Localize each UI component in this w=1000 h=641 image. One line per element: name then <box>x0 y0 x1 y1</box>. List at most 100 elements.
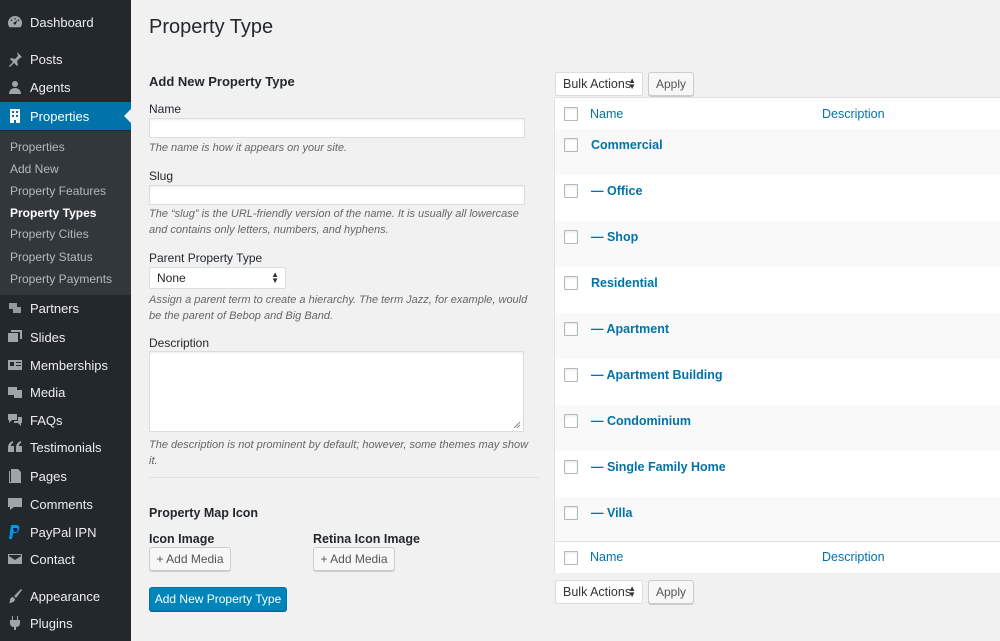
table-row: — Apartment Building <box>555 359 1000 405</box>
sidebar-item-testimonials[interactable]: Testimonials <box>0 433 131 461</box>
submenu-item-property-payments[interactable]: Property Payments <box>10 272 112 286</box>
table-row: Residential <box>555 267 1000 313</box>
term-name-link[interactable]: — Single Family Home <box>591 460 726 474</box>
column-header-name[interactable]: Name <box>590 107 623 121</box>
sidebar-item-faqs[interactable]: FAQs <box>0 406 131 434</box>
select-arrows-icon: ▲ ▼ <box>628 76 636 91</box>
term-name-link[interactable]: — Villa <box>591 506 632 520</box>
resize-grip-icon[interactable] <box>513 421 521 429</box>
properties-submenu: Properties Add New Property Features Pro… <box>0 131 131 295</box>
name-help: The name is how it appears on your site. <box>149 142 348 154</box>
row-checkbox[interactable] <box>564 414 578 428</box>
icon-image-label: Icon Image <box>149 532 215 546</box>
select-all-checkbox[interactable] <box>564 107 578 121</box>
apply-button-bottom[interactable]: Apply <box>648 580 694 604</box>
sidebar-item-agents[interactable]: Agents <box>0 73 131 101</box>
row-checkbox[interactable] <box>564 322 578 336</box>
apply-button-top[interactable]: Apply <box>648 72 694 96</box>
sidebar-item-memberships[interactable]: Memberships <box>0 351 131 379</box>
parent-type-selected: None <box>157 271 186 285</box>
add-new-property-type-button[interactable]: Add New Property Type <box>149 587 287 611</box>
term-name-link[interactable]: — Apartment <box>591 322 669 336</box>
sidebar-item-slides[interactable]: Slides <box>0 323 131 351</box>
sidebar-item-properties[interactable]: Properties <box>0 102 131 130</box>
submenu-item-property-features[interactable]: Property Features <box>10 184 106 198</box>
row-checkbox[interactable] <box>564 368 578 382</box>
sidebar-item-partners[interactable]: Partners <box>0 294 131 322</box>
table-row: — Shop <box>555 221 1000 267</box>
slug-input[interactable] <box>149 185 525 205</box>
submenu-item-properties[interactable]: Properties <box>10 140 65 154</box>
bulk-actions-selected: Bulk Actions <box>563 585 632 599</box>
page-title: Property Type <box>149 16 274 38</box>
row-checkbox[interactable] <box>564 506 578 520</box>
table-row: — Condominium <box>555 405 1000 451</box>
select-arrows-icon: ▲ ▼ <box>628 584 636 599</box>
sidebar-item-paypal-ipn[interactable]: PayPal IPN <box>0 518 131 546</box>
sidebar-item-label: Contact <box>30 551 75 567</box>
sidebar-item-pages[interactable]: Pages <box>0 462 131 490</box>
slug-help-line-1: The “slug” is the URL-friendly version o… <box>149 208 519 220</box>
row-checkbox[interactable] <box>564 230 578 244</box>
retina-add-media-button[interactable]: + Add Media <box>313 547 395 571</box>
sidebar-item-label: Posts <box>30 51 63 67</box>
sidebar-item-dashboard[interactable]: Dashboard <box>0 8 131 36</box>
select-arrows-icon: ▲ ▼ <box>271 270 279 285</box>
description-help-line-2: it. <box>149 455 158 467</box>
comment-icon <box>0 496 30 512</box>
sidebar-item-label: Appearance <box>30 588 101 604</box>
term-name-link[interactable]: — Shop <box>591 230 638 244</box>
sidebar-item-comments[interactable]: Comments <box>0 490 131 518</box>
submenu-item-property-types[interactable]: Property Types <box>10 206 96 220</box>
parent-type-select[interactable]: None ▲ ▼ <box>149 267 286 289</box>
sidebar-item-posts[interactable]: Posts <box>0 45 131 73</box>
row-checkbox[interactable] <box>564 460 578 474</box>
parent-help-line-1: Assign a parent term to create a hierarc… <box>149 294 528 306</box>
description-help-line-1: The description is not prominent by defa… <box>149 439 529 451</box>
sidebar-item-label: Dashboard <box>30 14 94 30</box>
sidebar-item-label: PayPal IPN <box>30 524 97 540</box>
sidebar-item-label: Testimonials <box>30 439 102 455</box>
parent-type-label: Parent Property Type <box>149 251 263 265</box>
term-name-link[interactable]: Residential <box>591 276 658 290</box>
pages-icon <box>0 468 30 484</box>
sidebar-item-media[interactable]: Media <box>0 378 131 406</box>
table-row: Commercial <box>555 129 1000 175</box>
submenu-item-property-status[interactable]: Property Status <box>10 250 93 264</box>
term-name-link[interactable]: — Condominium <box>591 414 691 428</box>
select-all-checkbox-footer[interactable] <box>564 551 578 565</box>
term-name-link[interactable]: — Office <box>591 184 642 198</box>
column-header-description[interactable]: Description <box>822 107 885 121</box>
icon-add-media-button[interactable]: + Add Media <box>149 547 231 571</box>
table-row: — Villa <box>555 497 1000 543</box>
paypal-icon <box>0 524 30 540</box>
name-input[interactable] <box>149 118 525 138</box>
column-footer-name[interactable]: Name <box>590 550 623 564</box>
term-name-link[interactable]: — Apartment Building <box>591 368 722 382</box>
bulk-actions-select-top[interactable]: Bulk Actions ▲ ▼ <box>555 72 643 96</box>
sidebar-item-label: Properties <box>30 108 90 124</box>
pin-icon <box>0 51 30 67</box>
submenu-item-add-new[interactable]: Add New <box>10 162 59 176</box>
quote-icon <box>0 439 30 455</box>
slug-label: Slug <box>149 169 174 183</box>
term-name-link[interactable]: Commercial <box>591 138 663 152</box>
sidebar-item-appearance[interactable]: Appearance <box>0 582 131 610</box>
row-checkbox[interactable] <box>564 138 578 152</box>
column-footer-description[interactable]: Description <box>822 550 885 564</box>
table-row: — Apartment <box>555 313 1000 359</box>
retina-icon-label: Retina Icon Image <box>313 532 420 546</box>
submenu-item-property-cities[interactable]: Property Cities <box>10 227 89 241</box>
add-new-heading: Add New Property Type <box>149 74 295 89</box>
building-icon <box>0 108 30 124</box>
sidebar-item-label: Pages <box>30 468 67 484</box>
sidebar-item-contact[interactable]: Contact <box>0 545 131 573</box>
row-checkbox[interactable] <box>564 276 578 290</box>
id-card-icon <box>0 357 30 373</box>
brush-icon <box>0 588 30 604</box>
admin-sidebar: Dashboard Posts Agents Properties Proper… <box>0 0 131 641</box>
description-textarea[interactable] <box>149 351 524 432</box>
bulk-actions-select-bottom[interactable]: Bulk Actions ▲ ▼ <box>555 580 643 604</box>
row-checkbox[interactable] <box>564 184 578 198</box>
sidebar-item-plugins[interactable]: Plugins <box>0 609 131 637</box>
